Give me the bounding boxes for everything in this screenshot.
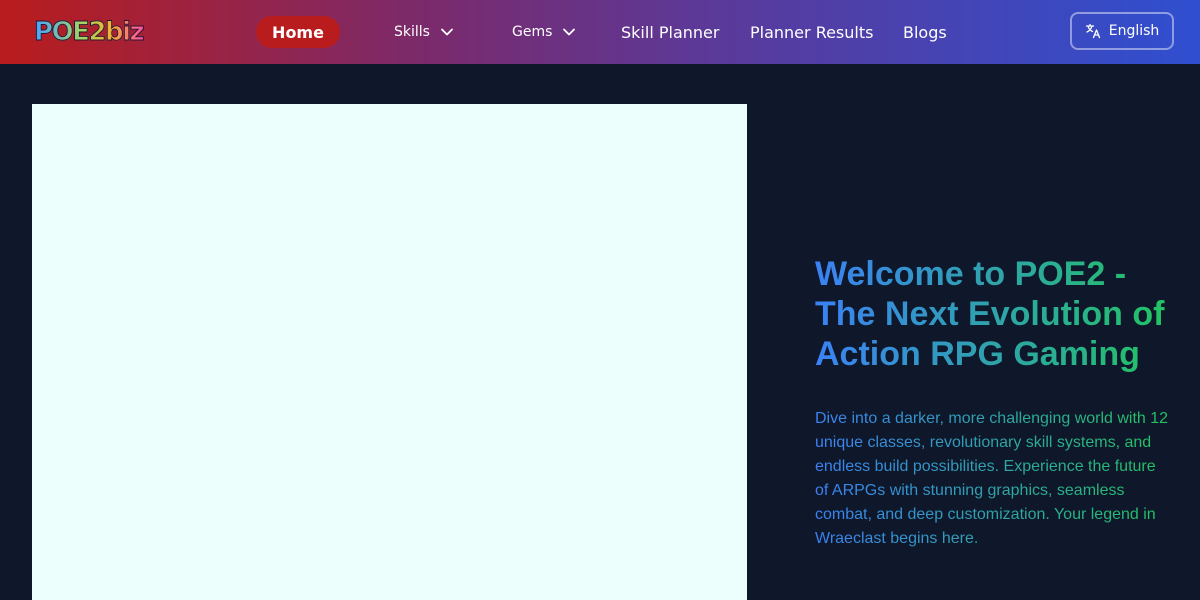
- chevron-down-icon: [441, 28, 453, 36]
- nav-skill-planner-label: Skill Planner: [621, 22, 720, 42]
- nav-skills-dropdown[interactable]: Skills: [394, 16, 454, 48]
- nav-blogs[interactable]: Blogs: [903, 16, 947, 48]
- nav-planner-results[interactable]: Planner Results: [750, 16, 873, 48]
- language-label: English: [1108, 23, 1160, 39]
- nav-home[interactable]: Home: [256, 16, 340, 48]
- nav-home-label: Home: [272, 22, 324, 42]
- logo-text: POE2biz: [33, 17, 145, 48]
- nav-blogs-label: Blogs: [903, 22, 947, 42]
- nav-planner-results-label: Planner Results: [750, 22, 874, 42]
- hero-title: Welcome to POE2 - The Next Evolution of …: [815, 254, 1175, 374]
- hero-description: Dive into a darker, more challenging wor…: [815, 407, 1170, 551]
- hero-image: [32, 104, 747, 600]
- site-logo[interactable]: POE2biz: [33, 14, 145, 50]
- translate-icon: [1085, 23, 1100, 39]
- language-selector-button[interactable]: English: [1070, 12, 1174, 50]
- nav-gems-dropdown[interactable]: Gems: [512, 16, 576, 48]
- nav-gems-label: Gems: [512, 24, 553, 40]
- nav-skill-planner[interactable]: Skill Planner: [621, 16, 719, 48]
- chevron-down-icon: [563, 28, 576, 36]
- nav-skills-label: Skills: [394, 24, 430, 40]
- top-navbar: POE2biz Home Skills Gems Skill Planner P…: [0, 0, 1200, 64]
